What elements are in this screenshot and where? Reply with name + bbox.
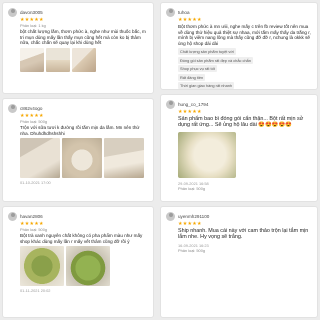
review-card: tuhoa ★★★★★ Bột thơm phức à mn ưiii, ngh…	[160, 2, 318, 90]
rating-stars: ★★★★★	[178, 17, 202, 23]
rating-stars: ★★★★★	[178, 221, 202, 227]
review-tag: Thời gian giao hàng rất nhanh	[178, 82, 235, 89]
review-tag: Shop phục vụ rất tốt	[178, 65, 217, 73]
reviewer-name[interactable]: tuhoa	[178, 10, 190, 15]
avatar[interactable]	[166, 99, 175, 109]
reviewer-name[interactable]: davon3005	[20, 10, 43, 15]
review-text: Bột thơm phức à mn ưiii, nghe mấy c trên…	[178, 24, 311, 46]
review-photo[interactable]	[62, 138, 102, 179]
review-date: 01-11-2021 20:02	[20, 288, 51, 294]
review-collage: davon3005 ★★★★★ Phân loại: 1 kg bột chất…	[0, 0, 320, 320]
review-tag: Chất lượng sản phẩm tuyệt vời	[178, 48, 236, 56]
variant-label: Phân loại: 500g	[178, 247, 206, 253]
reviewer-name[interactable]: hung_co_1794	[178, 102, 208, 107]
review-photos	[20, 47, 148, 72]
variant-label: Phân loại: 500g	[20, 227, 48, 232]
review-text: Sản phẩm bao bì đóng gói cẩn thận... Bột…	[178, 116, 304, 129]
avatar[interactable]	[8, 211, 17, 221]
reviewer-name[interactable]: havan2806	[20, 214, 43, 219]
review-card: davon3005 ★★★★★ Phân loại: 1 kg bột chất…	[2, 2, 154, 94]
review-photo[interactable]	[104, 138, 144, 179]
avatar[interactable]	[8, 7, 17, 17]
review-photos	[20, 138, 148, 179]
review-date: 01-10-2021 17:00	[20, 180, 51, 186]
review-photo[interactable]	[20, 246, 64, 287]
rating-stars: ★★★★★	[178, 109, 202, 115]
review-photo[interactable]	[20, 47, 44, 72]
review-photo[interactable]	[72, 47, 96, 72]
avatar[interactable]	[166, 211, 175, 221]
review-card: uyenmh291100 ★★★★★ Ship nhanh. Mua cái n…	[160, 206, 318, 318]
review-card: c862v4ogo ★★★★★ Phân loại: 500g Trộn với…	[2, 98, 154, 202]
review-tags: Chất lượng sản phẩm tuyệt vời Đóng gói s…	[178, 48, 312, 89]
review-text: Ship nhanh. Mua cái này với cam thảo trộ…	[178, 228, 309, 241]
review-photo[interactable]	[66, 246, 110, 287]
reviewer-name[interactable]: c862v4ogo	[20, 106, 42, 111]
review-tag: Đóng gói sản phẩm rất đẹp và chắc chắn	[178, 56, 253, 64]
variant-label: Phân loại: 1 kg	[20, 23, 46, 28]
variant-label: Phân loại: 500g	[178, 185, 206, 191]
review-photo[interactable]	[20, 138, 60, 179]
review-photos	[20, 246, 148, 287]
avatar[interactable]	[166, 7, 175, 17]
review-card: havan2806 ★★★★★ Phân loại: 500g Bột trà …	[2, 206, 154, 318]
review-photo[interactable]	[178, 131, 236, 178]
review-tag: Rất đáng tiền	[178, 73, 206, 81]
review-text: Bột trà xanh nguyên chất không có pha ph…	[20, 233, 143, 244]
avatar[interactable]	[8, 103, 17, 113]
review-text: bột chất lượng lắm, thơm phức à, nghe nh…	[20, 29, 146, 46]
review-text: Trộn với sữa tươi k đường rồi tắm mịn da…	[20, 125, 140, 136]
review-photo[interactable]	[46, 47, 70, 72]
reviewer-name[interactable]: uyenmh291100	[178, 214, 209, 219]
review-card: hung_co_1794 ★★★★★ Sản phẩm bao bì đóng …	[160, 94, 318, 202]
variant-label: Phân loại: 500g	[20, 119, 48, 124]
